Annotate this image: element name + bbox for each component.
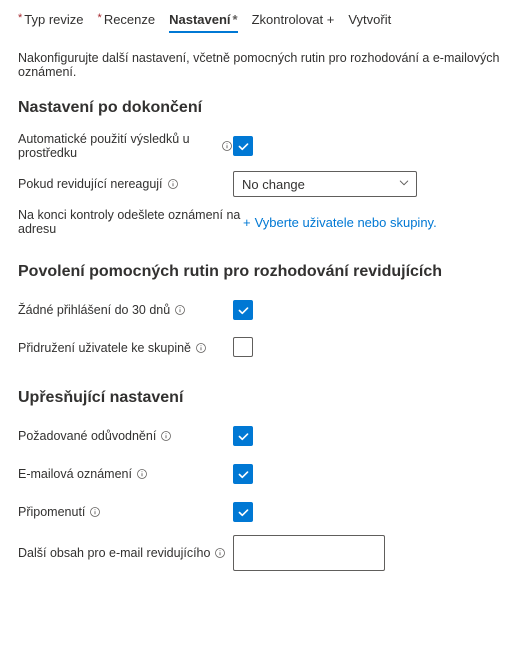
checkbox-auto-apply[interactable] — [233, 136, 253, 156]
label-notify-end: Na konci kontroly odešlete oznámení na a… — [18, 208, 243, 236]
tab-label: Recenze — [104, 12, 155, 27]
info-icon[interactable] — [214, 547, 226, 559]
tab-label: Nastavení — [169, 12, 230, 27]
info-icon[interactable] — [160, 430, 172, 442]
page-description: Nakonfigurujte další nastavení, včetně p… — [18, 51, 503, 79]
select-no-response[interactable]: No change — [233, 171, 417, 197]
chevron-down-icon — [398, 177, 410, 192]
checkbox-group-affiliation[interactable] — [233, 337, 253, 357]
checkbox-reminders[interactable] — [233, 502, 253, 522]
section-decision-helpers: Povolení pomocných rutin pro rozhodování… — [18, 263, 503, 281]
tab-check-create[interactable]: Zkontrolovat + — [252, 8, 335, 33]
info-icon[interactable] — [221, 140, 233, 152]
people-picker-label: Vyberte uživatele nebo skupiny. — [255, 215, 437, 230]
input-additional-email-content[interactable] — [233, 535, 385, 571]
info-icon[interactable] — [89, 506, 101, 518]
tab-review-type[interactable]: *Typ revize — [18, 8, 84, 33]
label-reminders: Připomenutí — [18, 505, 85, 519]
info-icon[interactable] — [174, 304, 186, 316]
info-icon[interactable] — [195, 342, 207, 354]
wizard-tabs: *Typ revize *Recenze Nastavení* Zkontrol… — [18, 8, 503, 37]
checkbox-email-notifications[interactable] — [233, 464, 253, 484]
label-additional-email-content: Další obsah pro e-mail revidujícího — [18, 546, 210, 560]
asterisk-mark: * — [233, 12, 238, 27]
label-no-response: Pokud revidující nereagují — [18, 177, 163, 191]
tab-label: Vytvořit — [348, 12, 391, 27]
required-asterisk: * — [18, 12, 22, 24]
label-auto-apply: Automatické použití výsledků u prostředk… — [18, 132, 217, 160]
plus-icon: + — [243, 215, 251, 230]
tab-settings[interactable]: Nastavení* — [169, 8, 237, 33]
section-advanced-settings: Upřesňující nastavení — [18, 389, 503, 407]
info-icon[interactable] — [136, 468, 148, 480]
section-completion-settings: Nastavení po dokončení — [18, 99, 503, 117]
checkbox-justification[interactable] — [233, 426, 253, 446]
people-picker[interactable]: + Vyberte uživatele nebo skupiny. — [243, 215, 503, 230]
label-no-signin-30d: Žádné přihlášení do 30 dnů — [18, 303, 170, 317]
label-justification: Požadované odůvodnění — [18, 429, 156, 443]
checkbox-no-signin-30d[interactable] — [233, 300, 253, 320]
label-group-affiliation: Přidružení uživatele ke skupině — [18, 341, 191, 355]
tab-create[interactable]: Vytvořit — [348, 8, 391, 33]
required-asterisk: * — [98, 12, 102, 24]
label-email-notifications: E-mailová oznámení — [18, 467, 132, 481]
select-value: No change — [242, 177, 305, 192]
tab-label: Typ revize — [24, 12, 83, 27]
tab-reviews[interactable]: *Recenze — [98, 8, 156, 33]
info-icon[interactable] — [167, 178, 179, 190]
tab-label: Zkontrolovat + — [252, 12, 335, 27]
